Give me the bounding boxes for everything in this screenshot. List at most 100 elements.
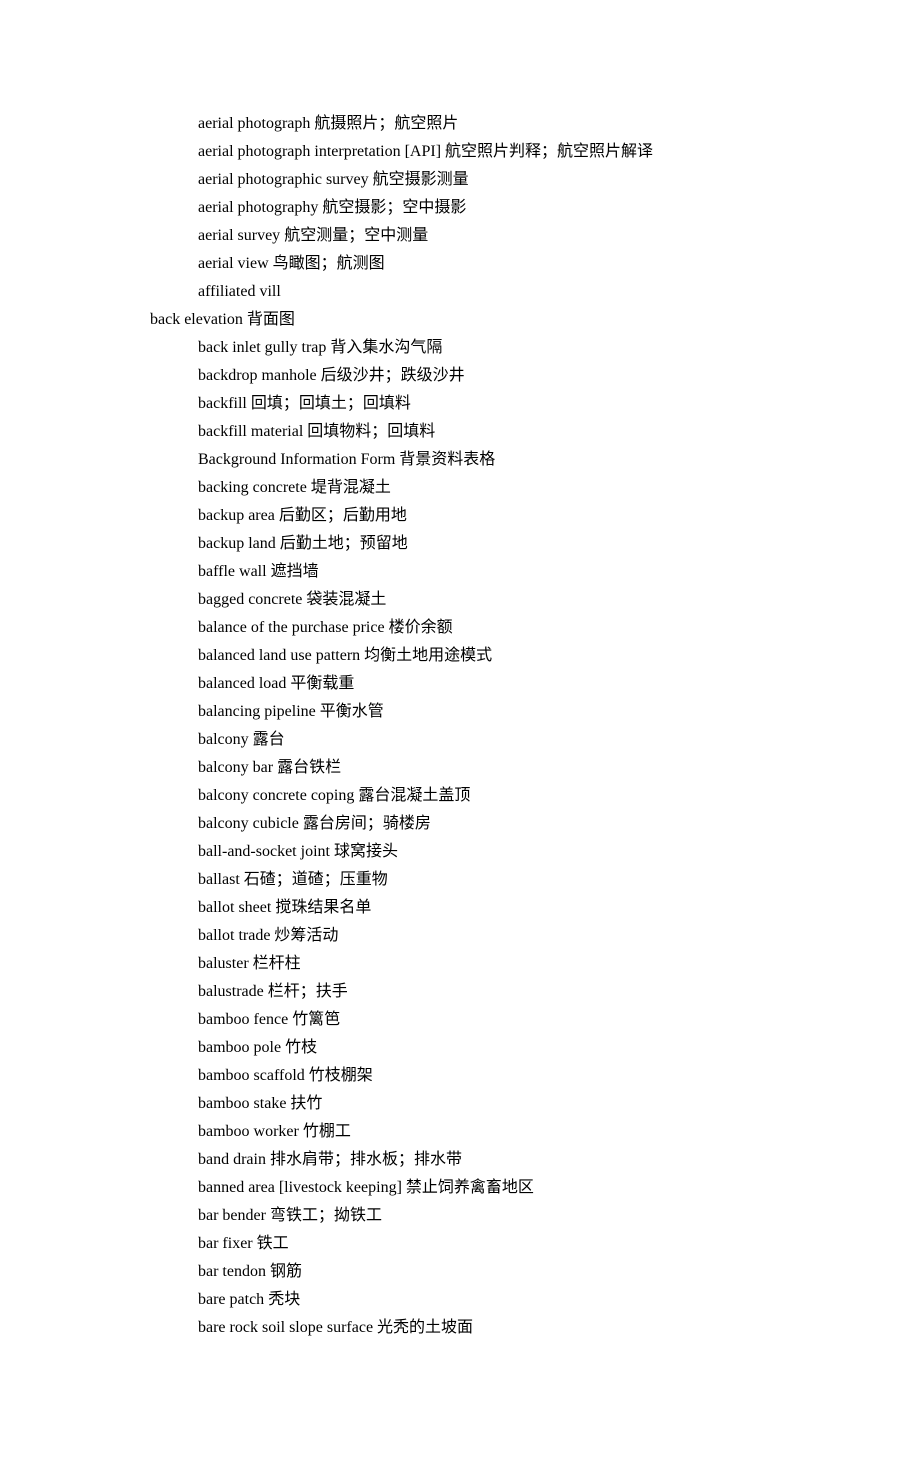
term-english: balanced load	[198, 675, 286, 692]
term-english: bare patch	[198, 1291, 264, 1308]
term-chinese: 平衡载重	[290, 675, 354, 692]
term-chinese: 竹棚工	[303, 1123, 351, 1140]
glossary-entry: Background Information Form 背景资料表格	[150, 446, 830, 474]
term-chinese: 光秃的土坡面	[377, 1319, 473, 1336]
term-english: balustrade	[198, 983, 264, 1000]
term-english: aerial view	[198, 255, 269, 272]
glossary-entry: affiliated vill	[150, 278, 830, 306]
glossary-entry: banned area [livestock keeping] 禁止饲养禽畜地区	[150, 1174, 830, 1202]
term-chinese: 航摄照片；航空照片	[314, 115, 458, 132]
term-chinese: 鸟瞰图；航测图	[273, 255, 385, 272]
term-english: bar tendon	[198, 1263, 266, 1280]
term-chinese: 钢筋	[270, 1263, 302, 1280]
glossary-entry: aerial photographic survey 航空摄影测量	[150, 166, 830, 194]
term-chinese: 袋装混凝土	[306, 591, 386, 608]
glossary-entry: backup land 后勤土地；预留地	[150, 530, 830, 558]
term-chinese: 航空摄影测量	[373, 171, 469, 188]
term-english: aerial photographic survey	[198, 171, 369, 188]
glossary-entry: backfill material 回填物料；回填料	[150, 418, 830, 446]
glossary-entry: aerial view 鸟瞰图；航测图	[150, 250, 830, 278]
term-english: affiliated vill	[198, 283, 281, 300]
glossary-entry: ball-and-socket joint 球窝接头	[150, 838, 830, 866]
term-english: baffle wall	[198, 563, 267, 580]
term-english: backup area	[198, 507, 275, 524]
document-page: aerial photograph 航摄照片；航空照片 aerial photog…	[0, 0, 920, 1462]
glossary-entry: back inlet gully trap 背入集水沟气隔	[150, 334, 830, 362]
glossary-entry: bamboo scaffold 竹枝棚架	[150, 1062, 830, 1090]
term-english: balcony concrete coping	[198, 787, 354, 804]
term-english: back elevation	[150, 311, 243, 328]
term-english: bamboo scaffold	[198, 1067, 305, 1084]
term-english: bamboo stake	[198, 1095, 286, 1112]
term-english: backup land	[198, 535, 276, 552]
term-chinese: 铁工	[257, 1235, 289, 1252]
term-english: ballot sheet	[198, 899, 271, 916]
term-chinese: 露台房间；骑楼房	[303, 815, 431, 832]
term-english: balcony	[198, 731, 249, 748]
term-english: balanced land use pattern	[198, 647, 360, 664]
glossary-entry: balanced land use pattern 均衡土地用途模式	[150, 642, 830, 670]
term-english: bar bender	[198, 1207, 266, 1224]
term-chinese: 背面图	[247, 311, 295, 328]
term-chinese: 后级沙井；跌级沙井	[321, 367, 465, 384]
term-chinese: 竹枝	[285, 1039, 317, 1056]
term-english: backdrop manhole	[198, 367, 317, 384]
term-chinese: 回填；回填土；回填料	[251, 395, 411, 412]
term-english: backfill	[198, 395, 247, 412]
term-english: Background Information Form	[198, 451, 395, 468]
glossary-entry: bar tendon 钢筋	[150, 1258, 830, 1286]
term-chinese: 背入集水沟气隔	[330, 339, 442, 356]
term-english: baluster	[198, 955, 249, 972]
term-chinese: 露台	[253, 731, 285, 748]
term-english: aerial photograph interpretation [API]	[198, 143, 441, 160]
glossary-entry: balance of the purchase price 楼价余额	[150, 614, 830, 642]
glossary-entry: bagged concrete 袋装混凝土	[150, 586, 830, 614]
glossary-entry: bare rock soil slope surface 光秃的土坡面	[150, 1314, 830, 1342]
term-chinese: 炒筹活动	[274, 927, 338, 944]
term-chinese: 回填物料；回填料	[307, 423, 435, 440]
term-english: banned area [livestock keeping]	[198, 1179, 402, 1196]
term-chinese: 航空照片判释；航空照片解译	[445, 143, 653, 160]
glossary-entry: baffle wall 遮挡墙	[150, 558, 830, 586]
term-english: aerial survey	[198, 227, 280, 244]
glossary-entry: balcony 露台	[150, 726, 830, 754]
glossary-entry: ballot trade 炒筹活动	[150, 922, 830, 950]
glossary-entry: bamboo worker 竹棚工	[150, 1118, 830, 1146]
glossary-entry: aerial photograph 航摄照片；航空照片	[150, 110, 830, 138]
term-english: backing concrete	[198, 479, 307, 496]
term-chinese: 弯铁工；拗铁工	[270, 1207, 382, 1224]
term-english: bamboo worker	[198, 1123, 299, 1140]
glossary-entry: backdrop manhole 后级沙井；跌级沙井	[150, 362, 830, 390]
term-chinese: 均衡土地用途模式	[364, 647, 492, 664]
glossary-entry: balanced load 平衡载重	[150, 670, 830, 698]
term-english: ballast	[198, 871, 240, 888]
term-chinese: 遮挡墙	[271, 563, 319, 580]
glossary-entry: backup area 后勤区；后勤用地	[150, 502, 830, 530]
term-chinese: 后勤土地；预留地	[280, 535, 408, 552]
glossary-entry: ballast 石碴；道碴；压重物	[150, 866, 830, 894]
glossary-entry: ballot sheet 搅珠结果名单	[150, 894, 830, 922]
term-chinese: 排水肩带；排水板；排水带	[270, 1151, 462, 1168]
term-chinese: 楼价余额	[389, 619, 453, 636]
term-chinese: 禁止饲养禽畜地区	[406, 1179, 534, 1196]
term-english: bagged concrete	[198, 591, 302, 608]
term-english: bamboo fence	[198, 1011, 288, 1028]
term-chinese: 栏杆；扶手	[268, 983, 348, 1000]
glossary-entry: baluster 栏杆柱	[150, 950, 830, 978]
term-chinese: 球窝接头	[334, 843, 398, 860]
glossary-entry: balancing pipeline 平衡水管	[150, 698, 830, 726]
glossary-entry: bare patch 秃块	[150, 1286, 830, 1314]
term-chinese: 平衡水管	[320, 703, 384, 720]
glossary-entry: balcony cubicle 露台房间；骑楼房	[150, 810, 830, 838]
term-english: balcony bar	[198, 759, 273, 776]
glossary-entry: backing concrete 堤背混凝土	[150, 474, 830, 502]
glossary-entry: back elevation 背面图	[150, 306, 830, 334]
glossary-entry: aerial survey 航空测量；空中测量	[150, 222, 830, 250]
glossary-entry: backfill 回填；回填土；回填料	[150, 390, 830, 418]
glossary-entry: bar fixer 铁工	[150, 1230, 830, 1258]
glossary-entry: balcony bar 露台铁栏	[150, 754, 830, 782]
term-chinese: 露台混凝土盖顶	[358, 787, 470, 804]
glossary-entry: band drain 排水肩带；排水板；排水带	[150, 1146, 830, 1174]
term-chinese: 背景资料表格	[399, 451, 495, 468]
term-chinese: 搅珠结果名单	[275, 899, 371, 916]
